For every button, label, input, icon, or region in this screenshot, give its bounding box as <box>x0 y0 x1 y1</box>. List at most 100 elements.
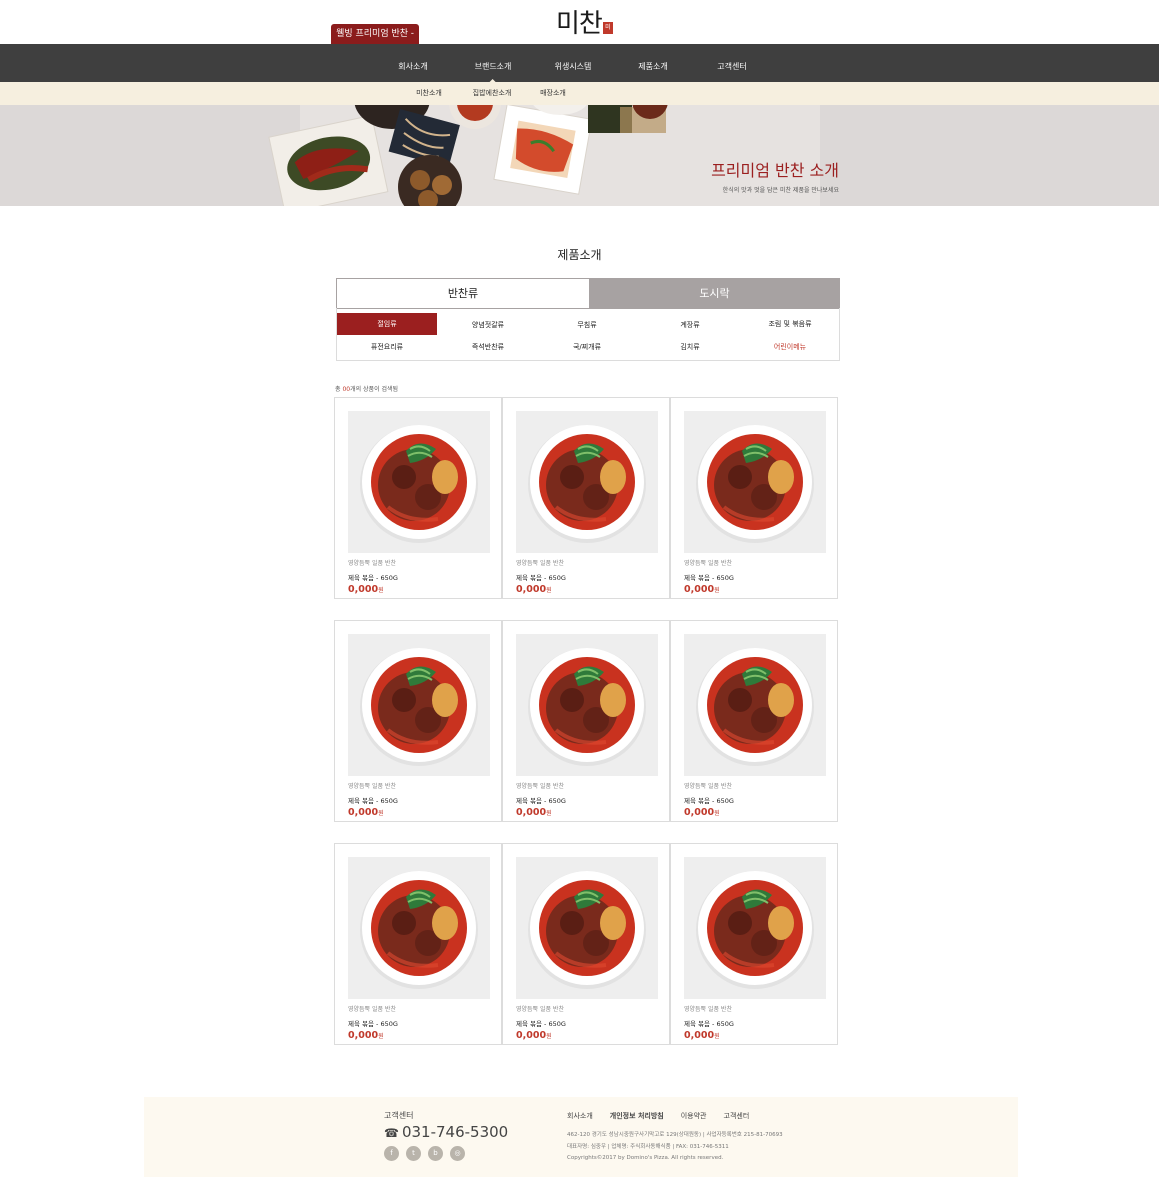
category-pickled[interactable]: 절임류 <box>337 313 437 335</box>
result-count-number: 00 <box>342 386 351 393</box>
stew-dish-image <box>684 411 826 553</box>
product-card[interactable]: 영양듬뿍 일품 반찬 제육 볶음 - 650G 0,000원 <box>502 620 670 822</box>
product-image[interactable] <box>516 411 658 553</box>
price-unit: 원 <box>714 1033 720 1040</box>
category-fusion[interactable]: 퓨전요리류 <box>337 336 437 358</box>
footer-link-support[interactable]: 고객센터 <box>724 1111 750 1121</box>
price-value: 0,000 <box>348 1030 379 1041</box>
tab-banchan[interactable]: 반찬류 <box>337 279 589 308</box>
product-image[interactable] <box>348 411 490 553</box>
top-header: 웰빙 프리미엄 반찬 - 미찬 미 <box>0 0 1159 44</box>
product-image[interactable] <box>516 857 658 999</box>
product-name[interactable]: 제육 볶음 - 650G <box>684 1018 734 1028</box>
category-gyejang[interactable]: 계장류 <box>640 314 740 336</box>
product-card[interactable]: 영양듬뿍 일품 반찬 제육 볶음 - 650G 0,000원 <box>334 843 502 1045</box>
nav-label: 회사소개 <box>398 62 428 71</box>
price-unit: 원 <box>546 587 552 594</box>
product-card[interactable]: 영양듬뿍 일품 반찬 제육 볶음 - 650G 0,000원 <box>670 620 838 822</box>
product-name[interactable]: 제육 볶음 - 650G <box>516 1018 566 1028</box>
nav-label: 브랜드소개 <box>474 62 512 71</box>
category-kids-menu[interactable]: 어린이메뉴 <box>740 336 840 358</box>
page-title: 제품소개 <box>557 248 602 262</box>
footer-link-terms[interactable]: 이용약관 <box>681 1111 707 1121</box>
product-price: 0,000원 <box>684 807 720 818</box>
price-value: 0,000 <box>516 584 547 595</box>
product-card[interactable]: 영양듬뿍 일품 반찬제육 볶음 - 650G 0,000원 <box>670 843 838 1045</box>
product-card[interactable]: 영양듬뿍 일품 반찬제육 볶음 - 650G 0,000원 <box>670 397 838 599</box>
product-image[interactable] <box>684 411 826 553</box>
subnav-item-michan[interactable]: 미찬소개 <box>416 82 442 104</box>
product-name[interactable]: 제육 볶음 - 650G <box>516 572 566 582</box>
footer-copyright: Copyrights©2017 by Domino's Pizza. All r… <box>567 1155 724 1161</box>
nav-item-brand[interactable]: 브랜드소개 <box>474 44 512 82</box>
nav-item-company[interactable]: 회사소개 <box>398 44 427 82</box>
product-name[interactable]: 제육 볶음 - 650G <box>516 795 566 805</box>
product-category: 영양듬뿍 일품 반찬 <box>684 560 732 567</box>
facebook-icon[interactable]: f <box>384 1146 399 1161</box>
wellbeing-badge[interactable]: 웰빙 프리미엄 반찬 - <box>331 24 419 44</box>
product-card[interactable]: 영양듬뿍 일품 반찬제육 볶음 - 650G 0,000원 <box>502 397 670 599</box>
product-price: 0,000원 <box>348 807 384 818</box>
main-nav: 회사소개 브랜드소개 위생시스템 제품소개 고객센터 <box>0 44 1159 82</box>
product-name[interactable]: 제육 볶음 - 650G <box>348 795 398 805</box>
product-price: 0,000원 <box>348 584 384 595</box>
category-soup-stew[interactable]: 국/찌개류 <box>537 336 637 358</box>
footer-link-privacy[interactable]: 개인정보 처리방침 <box>610 1111 664 1121</box>
footer-link-company[interactable]: 회사소개 <box>567 1111 593 1121</box>
product-image[interactable] <box>348 634 490 776</box>
product-price: 0,000원 <box>348 1030 384 1041</box>
product-name[interactable]: 제육 볶음 - 650G <box>348 1018 398 1028</box>
product-image[interactable] <box>348 857 490 999</box>
stew-dish-image <box>516 634 658 776</box>
product-category: 영양듬뿍 일품 반찬 <box>348 783 396 790</box>
hero-banner: 프리미엄 반찬 소개 한식의 맛과 멋을 담은 미찬 제품을 만나보세요 <box>0 105 1159 206</box>
footer-company: 대표자명: 심중우 | 업체명: 주식회사동해식품 | FAX: 031-746… <box>567 1143 729 1150</box>
nav-item-products[interactable]: 제품소개 <box>638 44 667 82</box>
tab-dosirak[interactable]: 도시락 <box>589 279 840 308</box>
product-card[interactable]: 영양듬뿍 일품 반찬 제육 볶음 - 650G 0,000원 <box>334 397 502 599</box>
product-card[interactable]: 영양듬뿍 일품 반찬제육 볶음 - 650G 0,000원 <box>502 843 670 1045</box>
stew-dish-image <box>348 857 490 999</box>
subnav-item-jipbap[interactable]: 집밥에찬소개 <box>473 82 512 104</box>
logo[interactable]: 미찬 미 <box>556 6 613 40</box>
category-filter: 절임류 양념젓갈류 무침류 계장류 조림 및 볶음류 퓨전요리류 즉석반찬류 국… <box>336 308 840 361</box>
price-value: 0,000 <box>516 1030 547 1041</box>
price-value: 0,000 <box>348 807 379 818</box>
stew-dish-image <box>684 857 826 999</box>
subnav-item-stores[interactable]: 매장소개 <box>540 82 566 104</box>
product-card[interactable]: 영양듬뿍 일품 반찬제육 볶음 - 650G 0,000원 <box>334 620 502 822</box>
product-name[interactable]: 제육 볶음 - 650G <box>684 572 734 582</box>
price-value: 0,000 <box>684 1030 715 1041</box>
logo-text: 미찬 <box>556 9 603 39</box>
category-jorim-bokkeum[interactable]: 조림 및 볶음류 <box>740 313 840 335</box>
nav-item-hygiene[interactable]: 위생시스템 <box>555 44 592 82</box>
banner-subtitle: 한식의 맛과 멋을 담은 미찬 제품을 만나보세요 <box>722 187 839 194</box>
product-name[interactable]: 제육 볶음 - 650G <box>684 795 734 805</box>
product-name[interactable]: 제육 볶음 - 650G <box>348 572 398 582</box>
product-category: 영양듬뿍 일품 반찬 <box>684 1006 732 1013</box>
nav-item-support[interactable]: 고객센터 <box>717 44 746 82</box>
category-instant[interactable]: 즉석반찬류 <box>438 336 538 358</box>
stew-dish-image <box>684 634 826 776</box>
category-muchim[interactable]: 무침류 <box>537 314 637 336</box>
category-seasoned-jeotgal[interactable]: 양념젓갈류 <box>438 314 538 336</box>
product-image[interactable] <box>516 634 658 776</box>
twitter-icon[interactable]: t <box>406 1146 421 1161</box>
product-category: 영양듬뿍 일품 반찬 <box>516 560 564 567</box>
product-image[interactable] <box>684 857 826 999</box>
price-unit: 원 <box>378 810 384 817</box>
result-suffix: 개의 상품이 검색됨 <box>350 386 399 393</box>
stew-dish-image <box>348 411 490 553</box>
product-image[interactable] <box>684 634 826 776</box>
price-value: 0,000 <box>684 584 715 595</box>
product-price: 0,000원 <box>516 1030 552 1041</box>
blog-icon[interactable]: b <box>428 1146 443 1161</box>
price-unit: 원 <box>546 810 552 817</box>
footer-phone[interactable]: ☎ 031-746-5300 <box>384 1123 508 1141</box>
product-tabs: 반찬류 도시락 <box>336 278 840 309</box>
product-price: 0,000원 <box>684 584 720 595</box>
instagram-icon[interactable]: ◎ <box>450 1146 465 1161</box>
category-kimchi[interactable]: 김치류 <box>640 336 740 358</box>
banchan-dishes-image <box>0 105 1159 206</box>
product-category: 영양듬뿍 일품 반찬 <box>516 1006 564 1013</box>
